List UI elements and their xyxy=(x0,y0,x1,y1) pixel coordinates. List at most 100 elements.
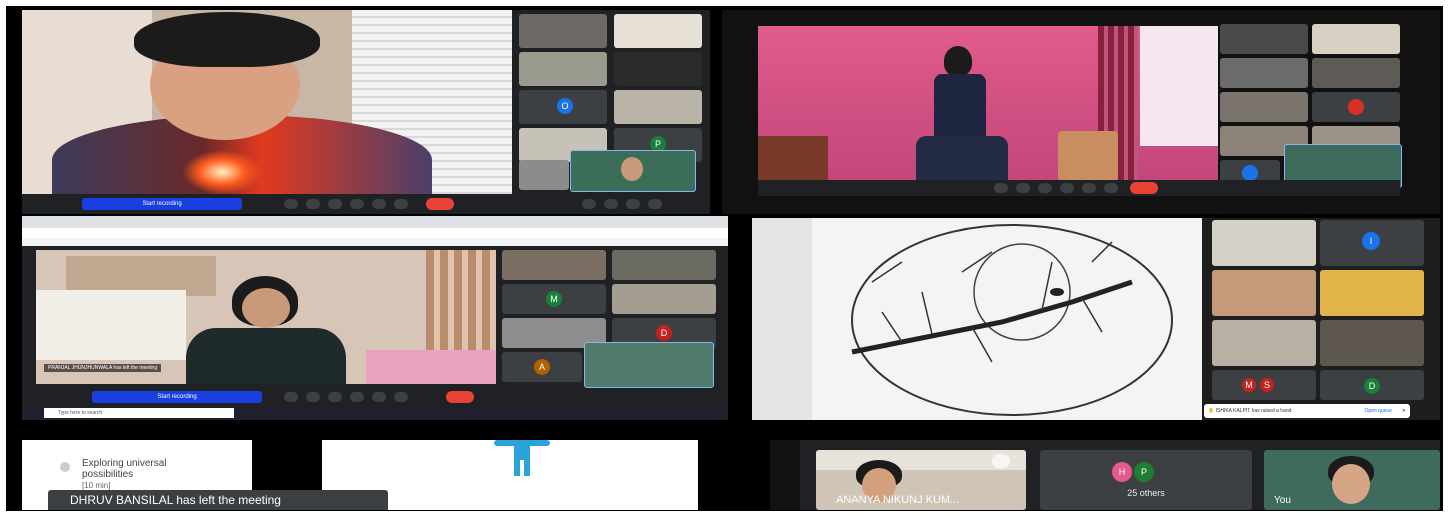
participant-tile[interactable]: M S xyxy=(1212,370,1316,400)
participant-tile[interactable] xyxy=(502,250,606,280)
person-icon-leg-left xyxy=(514,458,520,476)
participant-tile[interactable] xyxy=(1212,320,1316,366)
avatar: D xyxy=(656,325,672,341)
chair xyxy=(1058,131,1118,181)
participant-tile[interactable]: M xyxy=(502,284,606,314)
captions-button[interactable] xyxy=(328,392,342,402)
chat-icon[interactable] xyxy=(626,199,640,209)
more-button[interactable] xyxy=(394,199,408,209)
address-bar[interactable] xyxy=(22,228,728,238)
hand-button[interactable] xyxy=(1060,183,1074,193)
more-button[interactable] xyxy=(1104,183,1118,193)
participant-tile[interactable] xyxy=(519,52,607,86)
person-icon-leg-right xyxy=(524,458,530,476)
panel-middle-right: I M S D ✋ ISHIKA KALPIT has raised a han… xyxy=(752,218,1440,420)
branch xyxy=(851,279,1133,355)
participant-tile[interactable] xyxy=(614,90,702,124)
avatar: H xyxy=(1112,462,1132,482)
main-video: PRANJAL JHUNJHUNWALA has left the meetin… xyxy=(36,250,496,384)
panel-bottom-left: Exploring universal possibilities [10 mi… xyxy=(22,440,702,510)
panel-top-left: O P Start recording xyxy=(22,10,710,214)
start-recording-button[interactable]: Start recording xyxy=(92,391,262,403)
activities-icon[interactable] xyxy=(648,199,662,209)
mic-button[interactable] xyxy=(994,183,1008,193)
participant-tile[interactable] xyxy=(519,14,607,48)
person-icon xyxy=(494,440,550,476)
present-button[interactable] xyxy=(372,199,386,209)
bookmarks-bar xyxy=(22,238,728,246)
participant-tile[interactable] xyxy=(1220,58,1308,88)
avatar: I xyxy=(1362,232,1380,250)
panel-top-right xyxy=(722,10,1440,214)
mic-button[interactable] xyxy=(284,199,298,209)
control-bar: Start recording xyxy=(22,388,728,406)
participant-tile[interactable]: I xyxy=(1320,220,1424,266)
participant-tile[interactable]: A xyxy=(502,352,582,382)
participant-tile[interactable] xyxy=(614,52,702,86)
end-call-button[interactable] xyxy=(446,391,474,403)
self-view-tile[interactable] xyxy=(584,342,714,388)
others-tile[interactable]: H P 25 others xyxy=(1040,450,1252,510)
mic-button[interactable] xyxy=(284,392,298,402)
taskbar-search[interactable]: Type here to search xyxy=(44,408,234,418)
agenda-item: Exploring universal possibilities xyxy=(82,458,167,480)
camera-button[interactable] xyxy=(306,392,320,402)
end-call-button[interactable] xyxy=(426,198,454,210)
participant-tile[interactable] xyxy=(1312,58,1400,88)
present-button[interactable] xyxy=(1082,183,1096,193)
participant-tile[interactable] xyxy=(612,284,716,314)
main-video xyxy=(758,26,1218,190)
participant-tile[interactable] xyxy=(1220,24,1308,54)
red-light xyxy=(182,150,262,194)
end-call-button[interactable] xyxy=(1130,182,1158,194)
black-divider xyxy=(698,440,702,510)
hand-button[interactable] xyxy=(350,392,364,402)
info-icon[interactable] xyxy=(582,199,596,209)
captions-button[interactable] xyxy=(1038,183,1052,193)
participant-tile[interactable] xyxy=(614,14,702,48)
camera-button[interactable] xyxy=(306,199,320,209)
self-view-tile[interactable]: You xyxy=(1264,450,1440,510)
captions-button[interactable] xyxy=(328,199,342,209)
avatar: M xyxy=(546,291,562,307)
bird xyxy=(1050,288,1064,296)
participant-tile[interactable] xyxy=(1320,270,1424,316)
self-view-tile[interactable] xyxy=(570,150,696,192)
avatar: S xyxy=(1260,378,1274,392)
camera-button[interactable] xyxy=(1016,183,1030,193)
avatar: O xyxy=(557,98,573,114)
participant-tile[interactable] xyxy=(612,250,716,280)
participant-tile[interactable]: O xyxy=(519,90,607,124)
main-video xyxy=(752,218,1202,420)
browser-tabs xyxy=(22,216,728,228)
moon-drawing xyxy=(851,224,1173,416)
speaker-body xyxy=(186,328,346,384)
toast: PRANJAL JHUNJHUNWALA has left the meetin… xyxy=(44,364,162,372)
raised-hand-notification: ✋ ISHIKA KALPIT has raised a hand Open q… xyxy=(1204,404,1410,418)
taskbar: Type here to search xyxy=(22,406,728,420)
participant-tile[interactable] xyxy=(1320,320,1424,366)
open-queue-link[interactable]: Open queue xyxy=(1364,404,1392,418)
avatar: D xyxy=(1364,378,1380,394)
people-icon[interactable] xyxy=(604,199,618,209)
participant-tile[interactable] xyxy=(1312,24,1400,54)
hand-button[interactable] xyxy=(350,199,364,209)
close-icon[interactable]: ✕ xyxy=(1402,404,1406,418)
more-button[interactable] xyxy=(394,392,408,402)
start-recording-button[interactable]: Start recording xyxy=(82,198,242,210)
others-count: 25 others xyxy=(1127,488,1165,498)
participant-tile[interactable] xyxy=(519,160,569,190)
participant-tile[interactable] xyxy=(1212,270,1316,316)
participant-tile[interactable] xyxy=(1312,92,1400,122)
self-face xyxy=(1332,464,1370,504)
present-button[interactable] xyxy=(372,392,386,402)
panel-middle-left: PRANJAL JHUNJHUNWALA has left the meetin… xyxy=(22,216,728,420)
avatar: M xyxy=(1242,378,1256,392)
mute-icon xyxy=(992,454,1010,468)
hand-icon: ✋ xyxy=(1208,408,1215,414)
whiteboard xyxy=(36,290,186,360)
participant-tile[interactable]: D xyxy=(1320,370,1424,400)
participant-tile[interactable] xyxy=(1212,220,1316,266)
participant-tile[interactable] xyxy=(1220,92,1308,122)
participant-tile[interactable]: ANANYA NIKUNJ KUM... xyxy=(816,450,1026,510)
